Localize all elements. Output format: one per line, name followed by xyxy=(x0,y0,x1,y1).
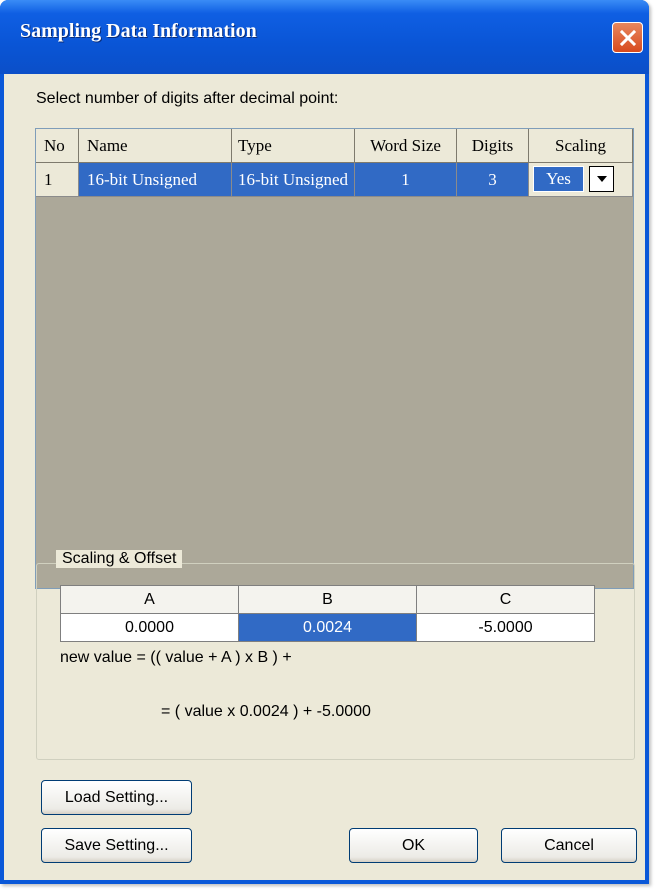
close-button[interactable] xyxy=(612,22,643,53)
ok-button[interactable]: OK xyxy=(349,828,478,863)
table-row[interactable]: 1 16-bit Unsigned 16-bit Unsigned 1 3 Ye… xyxy=(36,163,633,197)
title-bar[interactable]: Sampling Data Information xyxy=(0,0,649,74)
b-value-field[interactable]: 0.0024 xyxy=(238,613,417,642)
column-header-word-size[interactable]: Word Size xyxy=(355,129,457,163)
column-header-no[interactable]: No xyxy=(36,129,79,163)
dialog-window: Sampling Data Information Select number … xyxy=(0,0,649,884)
scaling-select[interactable]: Yes xyxy=(529,163,633,197)
digits-prompt: Select number of digits after decimal po… xyxy=(36,90,339,107)
scaling-dropdown-button[interactable] xyxy=(589,166,614,192)
formula-result-line: = ( value x 0.0024 ) + -5.0000 xyxy=(161,703,371,720)
row-number: 1 xyxy=(36,163,79,197)
window-title: Sampling Data Information xyxy=(20,20,257,42)
cell-digits[interactable]: 3 xyxy=(457,163,529,197)
header-b: B xyxy=(238,585,417,614)
column-header-name[interactable]: Name xyxy=(79,129,232,163)
close-icon xyxy=(619,29,636,46)
formula-line: new value = (( value + A ) x B ) + xyxy=(60,649,292,666)
header-c: C xyxy=(416,585,595,614)
cell-name[interactable]: 16-bit Unsigned xyxy=(79,163,232,197)
c-value-field[interactable]: -5.0000 xyxy=(416,613,595,642)
column-header-scaling[interactable]: Scaling xyxy=(529,129,633,163)
group-title: Scaling & Offset xyxy=(56,550,183,568)
header-a: A xyxy=(60,585,239,614)
scaling-value[interactable]: Yes xyxy=(533,166,584,192)
chevron-down-icon xyxy=(596,176,607,182)
cancel-button[interactable]: Cancel xyxy=(501,828,637,863)
save-setting-button[interactable]: Save Setting... xyxy=(41,828,192,863)
dialog-body: Select number of digits after decimal po… xyxy=(4,74,645,880)
grid-header: No Name Type Word Size Digits Scaling xyxy=(36,129,633,163)
load-setting-button[interactable]: Load Setting... xyxy=(41,780,192,815)
a-value-field[interactable]: 0.0000 xyxy=(60,613,239,642)
cell-word-size[interactable]: 1 xyxy=(355,163,457,197)
cell-type[interactable]: 16-bit Unsigned xyxy=(232,163,355,197)
column-header-digits[interactable]: Digits xyxy=(457,129,529,163)
sampling-data-grid[interactable]: No Name Type Word Size Digits Scaling 1 … xyxy=(35,128,634,589)
scaling-offset-table: A B C 0.0000 0.0024 -5.0000 xyxy=(60,585,595,642)
column-header-type[interactable]: Type xyxy=(232,129,355,163)
